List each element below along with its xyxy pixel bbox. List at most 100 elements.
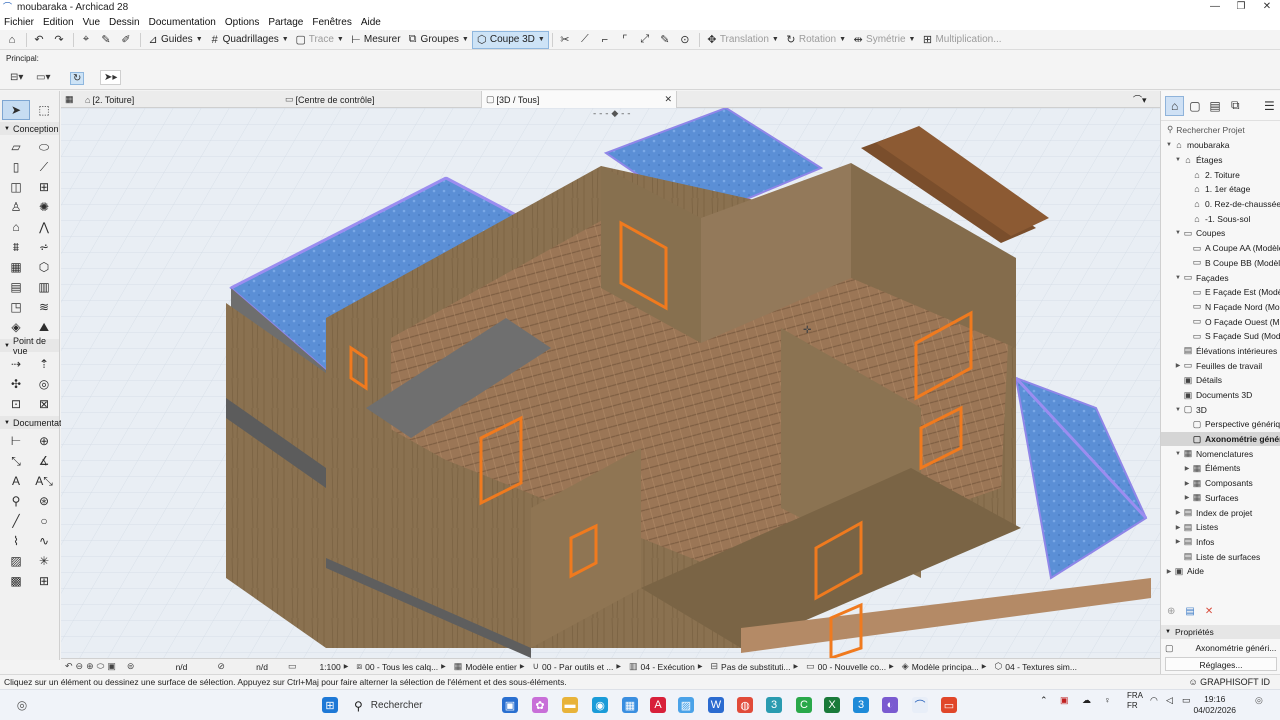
properties-header[interactable]: ▼ Propriétés [1161,625,1280,639]
tree-item[interactable]: ▼ ⌂ Étages [1161,153,1280,168]
3d-viewport[interactable]: - - - ◆ - - ✛ [61,108,1160,658]
radial-dimension-tool-icon[interactable]: ⤡ [2,451,30,471]
morph-tool-icon[interactable]: ⬡ [30,257,58,277]
shell-tool-icon[interactable]: ⋀ [30,217,58,237]
tree-item[interactable]: ▼ ⌂ moubaraka [1161,138,1280,153]
chevron-down-icon[interactable]: ▼ [1174,157,1182,163]
project-map-icon[interactable]: ⌂ [1165,95,1185,116]
navigation-controls[interactable]: ↶ ⊖ ⊕ ⬭ ▣ [61,661,123,672]
battery-icon[interactable]: ▭ [1182,695,1191,706]
landscape-tool-icon[interactable]: ⛰ [30,317,58,337]
tree-item[interactable]: ▶ ▣ Aide [1161,564,1280,579]
tree-item[interactable]: ▣ Documents 3D [1161,388,1280,403]
menu-edition[interactable]: Edition [43,17,74,28]
menu-vue[interactable]: Vue [83,17,100,28]
tree-item[interactable]: ▼ ▭ Coupes [1161,226,1280,241]
redo-button[interactable]: ↷ [50,31,70,49]
menu-options[interactable]: Options [225,17,259,28]
notification-icon[interactable]: ◎ [1255,695,1263,706]
tree-item[interactable]: ▭N Façade Nord (Modèl [1161,300,1280,315]
text-tool-icon[interactable]: A [2,471,30,491]
tab-3d-tous[interactable]: ▢ [3D / Tous] ✕ [481,91,677,108]
undo-button[interactable]: ↶ [30,31,50,49]
acrobat-icon[interactable]: A [650,697,666,713]
chevron-right-icon[interactable]: ▶ [1174,362,1182,369]
sketchup-icon[interactable]: C [796,697,812,713]
rotation-button[interactable]: ↻ Rotation ▼ [782,31,849,49]
copilot-icon[interactable]: ✿ [532,697,548,713]
settings-icon[interactable]: ▤ [1185,606,1194,617]
tree-item[interactable]: ▶ ▦ Éléments [1161,461,1280,476]
volume-icon[interactable]: ◁ [1166,695,1173,706]
microphone-icon[interactable]: ♀ [1104,695,1111,705]
word-icon[interactable]: W [708,697,724,713]
delete-icon[interactable]: ✕ [1205,606,1213,617]
wall-tool-icon[interactable]: ▱ [2,137,30,157]
fill-tool-icon[interactable]: ▨ [2,551,30,571]
settings-button[interactable]: Réglages... [1165,657,1277,671]
beam-tool-icon[interactable]: ⟋ [30,157,58,177]
powerpoint-icon[interactable]: ▭ [941,697,957,713]
elevation-tool-icon[interactable]: ⇡ [30,354,58,374]
zone-tool-icon[interactable]: ▥ [30,277,58,297]
column-tool-icon[interactable]: ▯ [2,157,30,177]
3d-cutaway-button[interactable]: ⬡ Coupe 3D ▼ [471,30,549,49]
task-view-icon[interactable]: ▣ [502,697,518,713]
new-view-icon[interactable]: ⊕ [1167,606,1175,617]
graphisoft-id-button[interactable]: ☺ GRAPHISOFT ID [1188,675,1270,689]
menu-dessin[interactable]: Dessin [109,17,140,28]
tree-item[interactable]: ▶ ▦ Surfaces [1161,491,1280,506]
3d-model-render[interactable]: - - - ◆ - - ✛ [61,108,1160,658]
tree-item[interactable]: ▼ ▢ 3D [1161,402,1280,417]
close-icon[interactable]: ✕ [664,94,672,105]
pick-up-button[interactable]: ⌖ [77,31,97,49]
slab-tool-icon[interactable]: ⬭ [30,137,58,157]
tree-item[interactable]: ▶ ▤ Index de projet [1161,505,1280,520]
menu-fenetres[interactable]: Fenêtres [312,17,351,28]
level-dimension-tool-icon[interactable]: ⊕ [30,431,58,451]
app-icon[interactable]: 3 [766,697,782,713]
home-button[interactable]: ⌂ [3,31,23,49]
tree-item[interactable]: ▣ Détails [1161,373,1280,388]
structural-display-selector[interactable]: ◈ Modèle principa... ▶ [898,661,991,672]
drawing-tool-icon[interactable]: ⊞ [30,571,58,591]
publisher-sets-icon[interactable]: ⧉ [1226,96,1245,116]
window-tool-icon[interactable]: ⊞ [30,177,58,197]
tree-item[interactable]: ▭E Façade Est (Modèle à [1161,285,1280,300]
translation-button[interactable]: ✥ Translation ▼ [703,31,782,49]
detail-tool-icon[interactable]: ⊡ [2,394,30,414]
tree-item[interactable]: ▤ Liste de surfaces [1161,549,1280,564]
3d-options-icon[interactable]: ⌒▾ [1129,91,1159,108]
navigator-search[interactable]: ⚲ Rechercher Projet [1163,122,1278,137]
start-icon[interactable]: ⊞ [322,697,338,713]
marker-tool-icon[interactable]: ⚲ [2,491,30,511]
tree-item[interactable]: ▼ ▭ Façades [1161,270,1280,285]
tree-item[interactable]: ▶ ▦ Composants [1161,476,1280,491]
interior-elevation-tool-icon[interactable]: ✣ [2,374,30,394]
arrow-tool-icon[interactable]: ➤ [2,100,30,120]
ramp-tool-icon[interactable]: ≋ [30,297,58,317]
label-tool-icon[interactable]: A⤡ [30,471,58,491]
tree-item[interactable]: ⌂ 1. 1er étage [1161,182,1280,197]
tree-item[interactable]: ▭O Façade Ouest (Modè [1161,314,1280,329]
figure-tool-icon[interactable]: ▩ [2,571,30,591]
rotation-value[interactable]: ⊘ n/d [191,661,272,672]
grids-button[interactable]: # Quadrillages ▼ [206,31,292,49]
orbit-icon[interactable]: ↻ [70,72,85,85]
door-tool-icon[interactable]: ◫ [2,177,30,197]
point-de-vue-section-header[interactable]: ▼ Point de vue [0,336,59,356]
polyline-tool-icon[interactable]: ⌇ [2,531,30,551]
tree-item[interactable]: ▭A Coupe AA (Modèle à [1161,241,1280,256]
marquee-geometry-icon[interactable]: ⊟▾ [10,72,23,83]
stair-tool-icon[interactable]: ⩩ [2,237,30,257]
menu-documentation[interactable]: Documentation [149,17,216,28]
railing-tool-icon[interactable]: ⩫ [30,237,58,257]
opening-tool-icon[interactable]: ◈ [2,317,30,337]
skylight-tool-icon[interactable]: ◳ [2,297,30,317]
chevron-down-icon[interactable]: ▼ [1174,275,1182,281]
edge-icon[interactable]: ◉ [592,697,608,713]
archicad-icon[interactable]: ⌒ [912,697,928,713]
clock[interactable]: 19:16 04/02/2026 [1193,694,1236,716]
excel-icon[interactable]: X [824,697,840,713]
spline-tool-icon[interactable]: ∿ [30,531,58,551]
